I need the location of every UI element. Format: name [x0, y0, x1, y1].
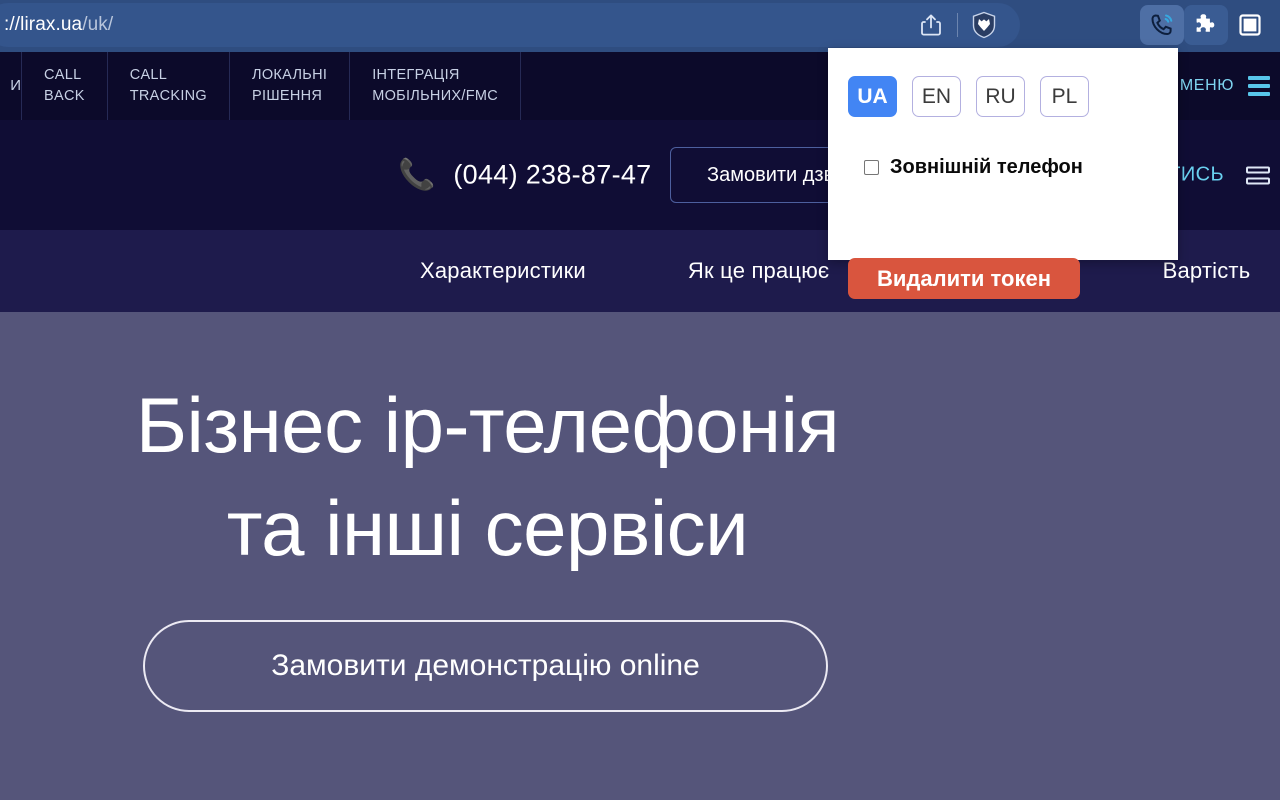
- url-suffix: /uk/: [82, 14, 114, 35]
- topnav-item-call-back[interactable]: CALL BACK: [22, 52, 108, 120]
- topnav-item-mobile-integration[interactable]: ІНТЕГРАЦІЯ МОБІЛЬНИХ/FMC: [350, 52, 522, 120]
- topnav-item-local-solutions[interactable]: ЛОКАЛЬНІ РІШЕННЯ: [230, 52, 351, 120]
- share-icon[interactable]: [909, 5, 953, 45]
- hamburger-menu-icon[interactable]: [1248, 76, 1270, 96]
- subnav-item-pricing[interactable]: Вартість: [1163, 258, 1251, 284]
- hero-title-line-1: Бізнес ip-телефонія: [135, 381, 840, 469]
- phone-call-extension-icon[interactable]: [1140, 5, 1184, 45]
- external-phone-checkbox-row[interactable]: Зовнішній телефон: [864, 156, 1083, 179]
- header-phone-block[interactable]: 📞 (044) 238-87-47: [398, 160, 652, 191]
- omnibox-divider: [957, 13, 958, 37]
- hero-section: Бізнес ip-телефонія та інші сервіси Замо…: [0, 312, 1280, 800]
- order-demo-button[interactable]: Замовити демонстрацію online: [143, 620, 828, 712]
- header-phone-number[interactable]: (044) 238-87-47: [453, 160, 651, 191]
- language-button-en[interactable]: EN: [912, 76, 961, 117]
- language-button-ru[interactable]: RU: [976, 76, 1025, 117]
- menu-label[interactable]: МЕНЮ: [1180, 77, 1234, 95]
- subnav-item-features[interactable]: Характеристики: [420, 258, 586, 284]
- url-text[interactable]: ://lirax.ua/uk/: [0, 14, 909, 36]
- url-prefix: ://lirax.ua: [4, 14, 83, 35]
- topnav-item-truncated[interactable]: И: [0, 52, 22, 120]
- delete-token-button[interactable]: Видалити токен: [848, 258, 1080, 299]
- extension-toolbar: [1140, 5, 1272, 45]
- language-selector: UA EN RU PL: [848, 76, 1089, 117]
- sidebar-toggle-icon[interactable]: [1228, 5, 1272, 45]
- phone-icon: 📞: [398, 158, 436, 191]
- subnav-item-how-it-works[interactable]: Як це працює: [688, 258, 829, 284]
- page-title: Бізнес ip-телефонія та інші сервіси: [0, 374, 975, 580]
- external-phone-label: Зовнішній телефон: [890, 156, 1083, 178]
- extension-popup: UA EN RU PL Зовнішній телефон Видалити т…: [828, 48, 1178, 299]
- hero-title-line-2: та інші сервіси: [226, 483, 749, 572]
- brave-shield-lion-icon[interactable]: [962, 5, 1006, 45]
- topnav-item-call-tracking[interactable]: CALL TRACKING: [108, 52, 231, 120]
- language-button-pl[interactable]: PL: [1040, 76, 1089, 117]
- omnibox-icons: [909, 5, 1006, 45]
- language-button-ua[interactable]: UA: [848, 76, 897, 117]
- puzzle-piece-icon[interactable]: [1184, 5, 1228, 45]
- external-phone-checkbox[interactable]: [864, 160, 879, 175]
- register-card-icon: [1246, 166, 1270, 184]
- address-bar[interactable]: ://lirax.ua/uk/: [0, 3, 1020, 47]
- browser-window: ://lirax.ua/uk/ И CALL BACK CALL TRACKIN…: [0, 0, 1280, 800]
- browser-toolbar: ://lirax.ua/uk/: [0, 0, 1280, 50]
